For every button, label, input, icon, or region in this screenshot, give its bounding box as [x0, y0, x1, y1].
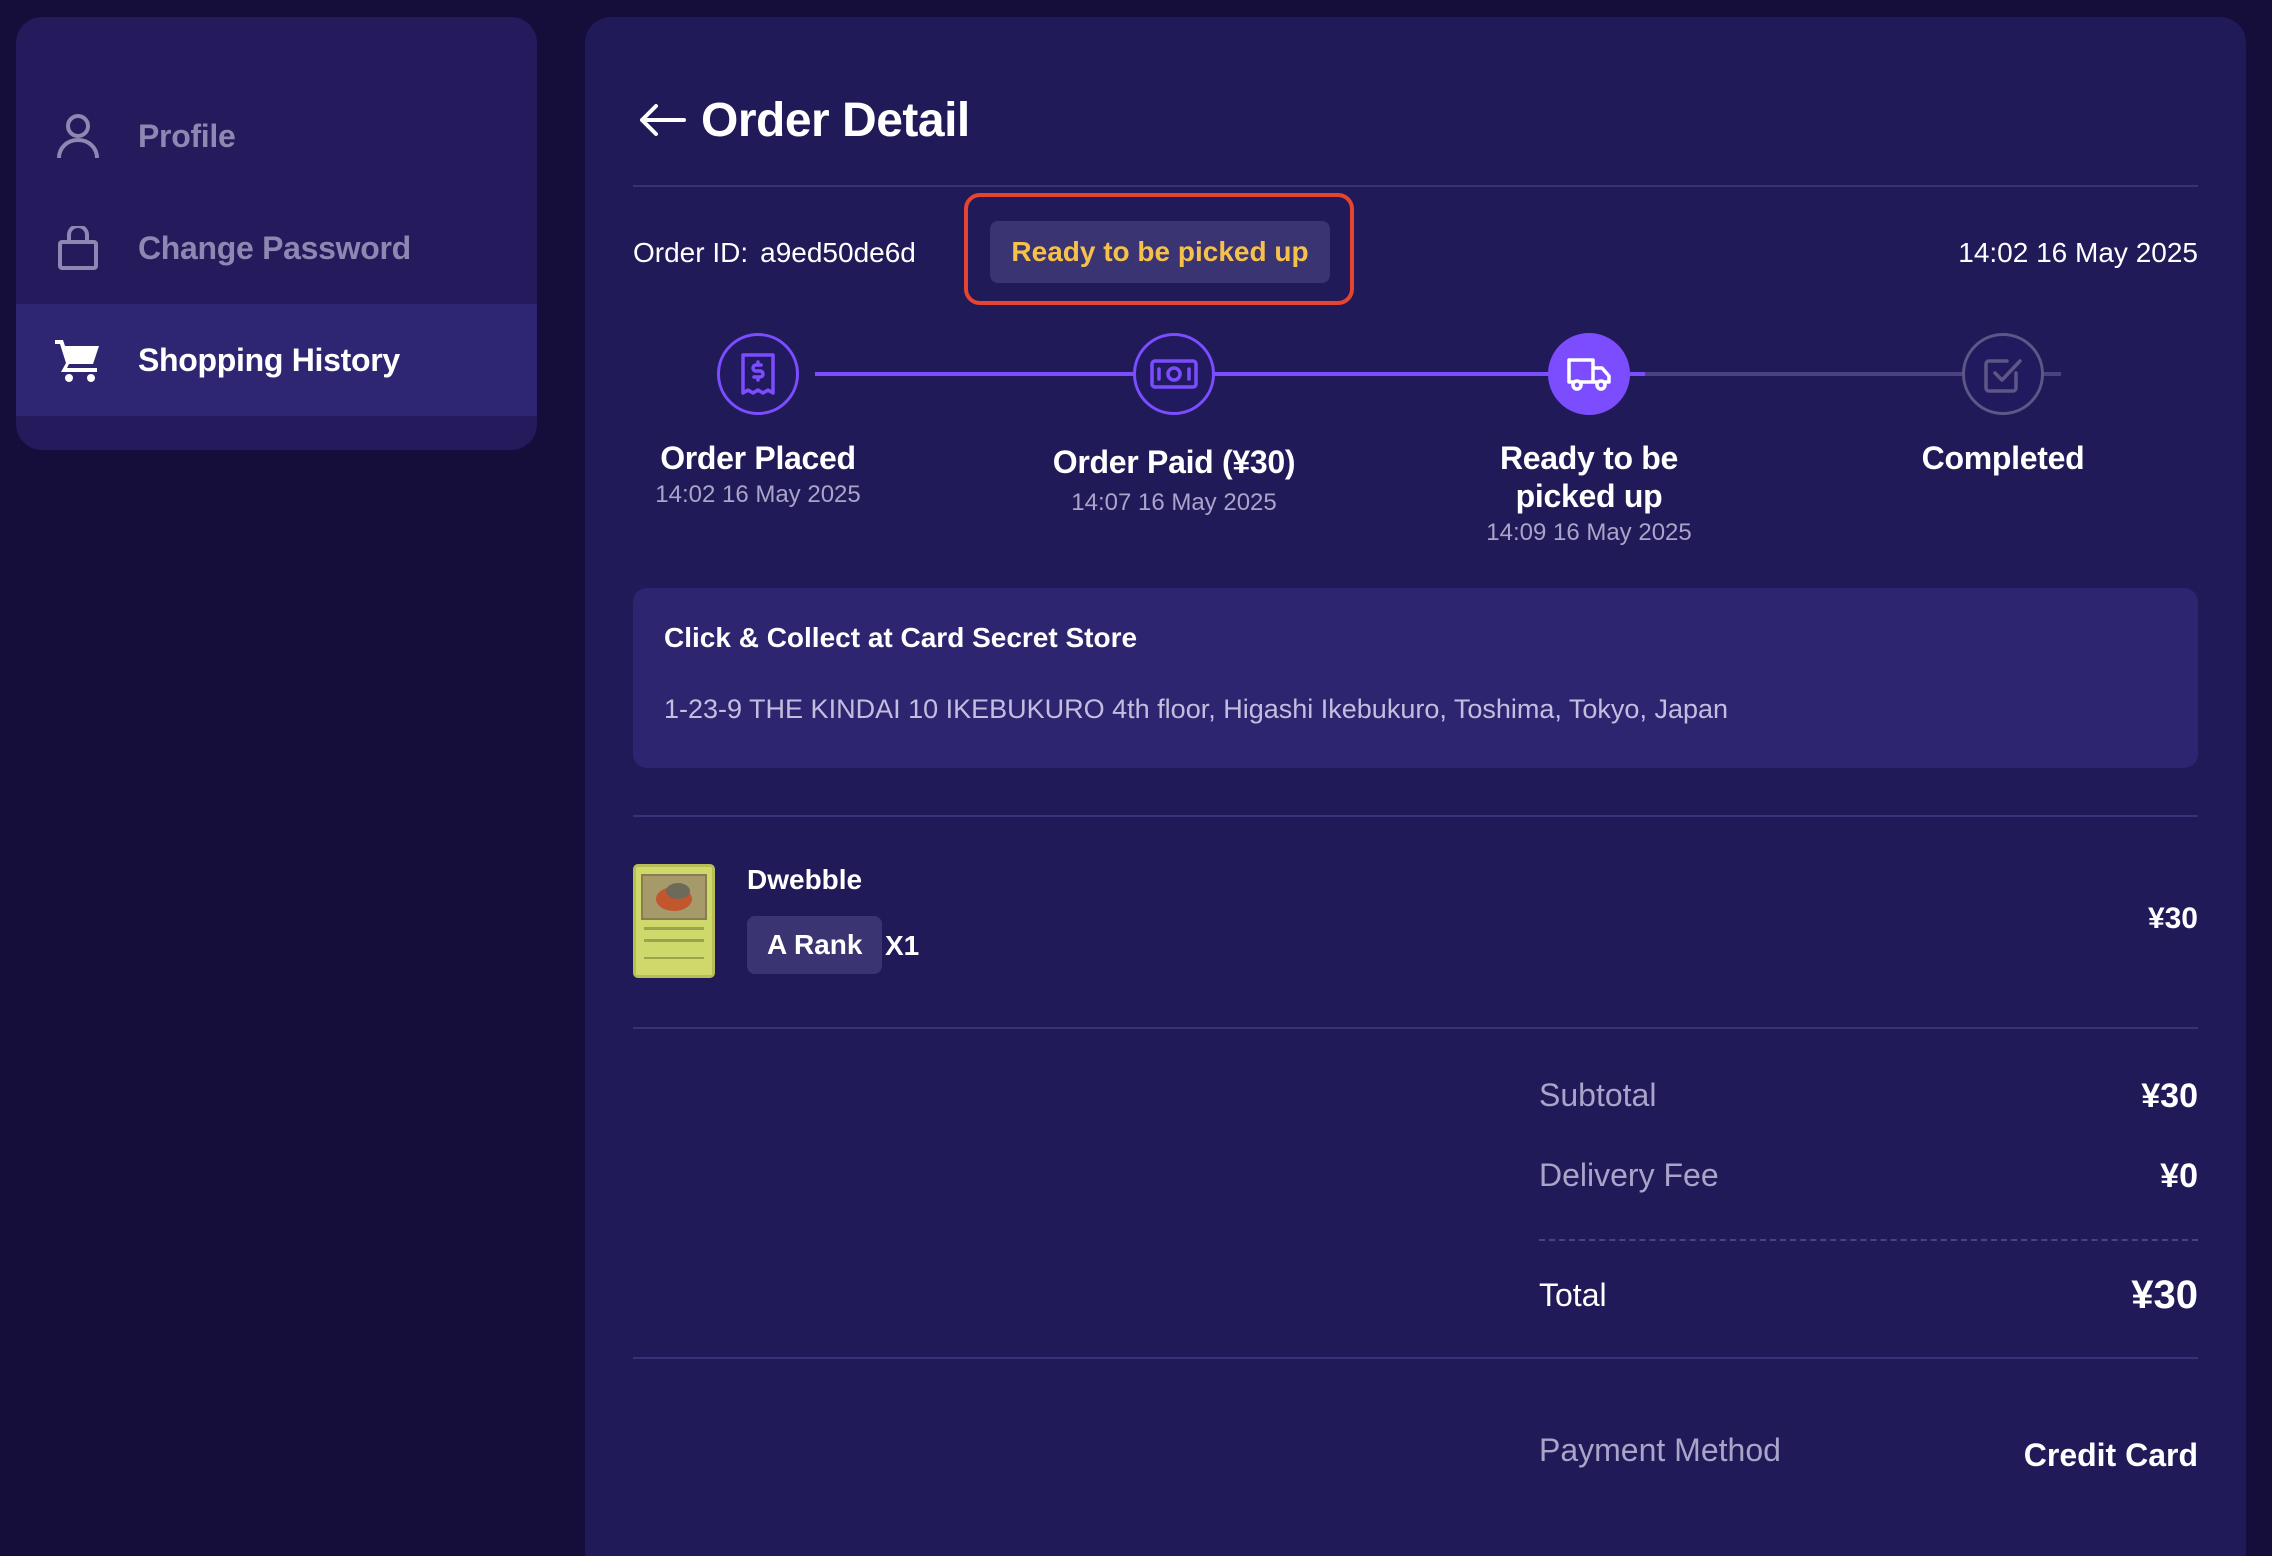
- order-timestamp: 14:02 16 May 2025: [1958, 237, 2198, 268]
- sidebar-item-profile[interactable]: Profile: [16, 80, 537, 192]
- order-id-value: a9ed50de6d: [760, 237, 916, 268]
- page: Profile Change Password Shopping History: [0, 0, 2272, 1556]
- order-id-label: Order ID:: [633, 237, 749, 268]
- cash-icon: [1133, 333, 1215, 415]
- step-order-paid: Order Paid (¥30) 14:07 16 May 2025: [994, 317, 1354, 517]
- subtotal-value: ¥30: [2141, 1077, 2198, 1115]
- sidebar: Profile Change Password Shopping History: [16, 17, 537, 450]
- step-time: 14:09 16 May 2025: [1486, 519, 1692, 546]
- order-detail-panel: Order Detail Order ID: a9ed50de6d Ready t…: [585, 17, 2246, 1556]
- step-ready-pickup: Ready to be picked up 14:09 16 May 2025: [1409, 317, 1769, 547]
- total-label: Total: [1539, 1277, 1607, 1313]
- subtotal-label: Subtotal: [1539, 1077, 1657, 1113]
- order-item-row: Dwebble A Rank X1 ¥30: [633, 864, 2198, 984]
- divider: [633, 1357, 2198, 1359]
- store-title: Click & Collect at Card Secret Store: [664, 622, 1138, 653]
- item-name: Dwebble: [747, 864, 863, 895]
- delivery-fee-label: Delivery Fee: [1539, 1157, 1719, 1193]
- step-title: Order Placed: [660, 440, 856, 476]
- cart-icon: [50, 332, 106, 388]
- step-title: Ready to be picked up: [1499, 440, 1679, 514]
- status-highlight: Ready to be picked up: [964, 193, 1354, 305]
- sidebar-item-label: Profile: [138, 117, 236, 154]
- sidebar-item-shopping-history[interactable]: Shopping History: [16, 304, 537, 416]
- price-summary: Subtotal ¥30 Delivery Fee ¥0: [1539, 1077, 2198, 1237]
- step-completed: Completed: [1823, 317, 2183, 477]
- sidebar-item-change-password[interactable]: Change Password: [16, 192, 537, 304]
- order-id: Order ID: a9ed50de6d: [633, 237, 916, 269]
- truck-icon: [1548, 333, 1630, 415]
- card-image[interactable]: [633, 864, 715, 978]
- page-title: Order Detail: [701, 93, 970, 147]
- step-title: Order Paid (¥30): [1052, 444, 1296, 480]
- divider: [633, 1027, 2198, 1029]
- pickup-store-box: Click & Collect at Card Secret Store 1-2…: [633, 588, 2198, 768]
- delivery-fee-row: Delivery Fee ¥0: [1539, 1157, 2198, 1237]
- rank-badge: A Rank: [747, 916, 883, 974]
- order-progress-stepper: Order Placed 14:02 16 May 2025 Order Pai…: [633, 317, 2198, 567]
- step-time: 14:02 16 May 2025: [655, 481, 861, 508]
- sidebar-item-label: Change Password: [138, 229, 411, 266]
- store-address: 1-23-9 THE KINDAI 10 IKEBUKURO 4th floor…: [664, 694, 1729, 724]
- step-title: Completed: [1921, 440, 2085, 476]
- receipt-icon: [717, 333, 799, 415]
- divider: [633, 185, 2198, 187]
- sidebar-item-label: Shopping History: [138, 341, 400, 378]
- lock-icon: [50, 220, 106, 276]
- payment-method-label: Payment Method: [1539, 1432, 1781, 1468]
- dashed-divider: [1539, 1239, 2198, 1241]
- item-price: ¥30: [2147, 902, 2198, 935]
- total-row: Total ¥30: [1539, 1273, 2198, 1357]
- item-quantity: X1: [885, 930, 920, 961]
- arrow-left-icon[interactable]: [633, 90, 693, 150]
- total-section: Total ¥30: [1539, 1273, 2198, 1357]
- divider: [633, 815, 2198, 817]
- user-icon: [50, 108, 106, 164]
- check-square-icon: [1962, 333, 2044, 415]
- payment-method-value: Credit Card: [2023, 1437, 2198, 1473]
- step-time: 14:07 16 May 2025: [1071, 489, 1277, 516]
- step-order-placed: Order Placed 14:02 16 May 2025: [578, 317, 938, 509]
- status-badge: Ready to be picked up: [990, 221, 1330, 283]
- subtotal-row: Subtotal ¥30: [1539, 1077, 2198, 1157]
- delivery-fee-value: ¥0: [2160, 1157, 2198, 1195]
- total-value: ¥30: [2131, 1273, 2198, 1317]
- order-info-row: Order ID: a9ed50de6d Ready to be picked u…: [633, 193, 2198, 305]
- page-header: Order Detail: [633, 75, 970, 165]
